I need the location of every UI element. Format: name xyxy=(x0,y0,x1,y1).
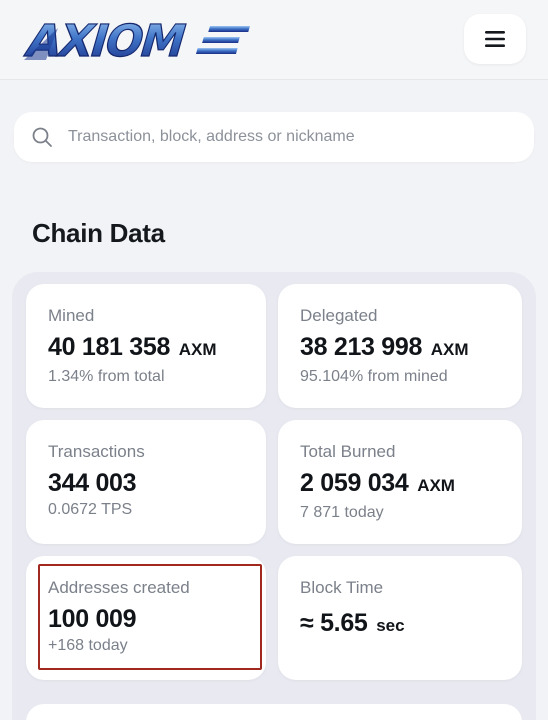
card-unit: AXM xyxy=(430,340,469,359)
card-total-burned[interactable]: Total Burned 2 059 034 AXM 7 871 today xyxy=(278,420,522,544)
card-value: 344 003 xyxy=(48,469,137,497)
card-sub: +168 today xyxy=(48,637,128,654)
axiome-logo[interactable]: AXIOM xyxy=(18,12,268,68)
card-value: 100 009 xyxy=(48,605,137,633)
card-label: Addresses created xyxy=(48,578,190,597)
card-label: Mined xyxy=(48,306,95,325)
card-label: Block Time xyxy=(300,578,384,597)
card-unit: sec xyxy=(376,616,405,635)
card-addresses-created[interactable]: Addresses created 100 009 +168 today xyxy=(26,556,266,680)
card-label: Delegated xyxy=(300,306,378,325)
card-label: Transactions xyxy=(48,442,145,461)
card-delegated[interactable]: Delegated 38 213 998 AXM 95.104% from mi… xyxy=(278,284,522,408)
card-unit: AXM xyxy=(417,476,455,495)
card-block-time[interactable]: Block Time ≈ 5.65 sec xyxy=(278,556,522,680)
section-title: Chain Data xyxy=(32,218,165,248)
search-bar[interactable] xyxy=(14,112,534,162)
card-sub: 1.34% from total xyxy=(48,368,165,385)
card-mined[interactable]: Mined 40 181 358 AXM 1.34% from total xyxy=(26,284,266,408)
card-unit: AXM xyxy=(178,340,217,359)
card-value: 40 181 358 AXM xyxy=(48,333,217,361)
card-value: 2 059 034 AXM xyxy=(300,469,455,497)
card-sub: 0.0672 TPS xyxy=(48,501,133,518)
menu-button[interactable] xyxy=(464,14,526,64)
next-card xyxy=(26,704,522,720)
card-sub: 7 871 today xyxy=(300,504,384,521)
card-transactions[interactable]: Transactions 344 003 0.0672 TPS xyxy=(26,420,266,544)
card-value: 38 213 998 AXM xyxy=(300,333,469,361)
card-sub: 95.104% from mined xyxy=(300,368,448,385)
card-value: ≈ 5.65 sec xyxy=(300,609,405,637)
search-icon xyxy=(32,127,52,147)
card-label: Total Burned xyxy=(300,442,396,461)
search-input[interactable] xyxy=(68,117,508,157)
hamburger-menu-icon xyxy=(485,31,505,47)
top-header: AXIOM xyxy=(0,0,548,80)
